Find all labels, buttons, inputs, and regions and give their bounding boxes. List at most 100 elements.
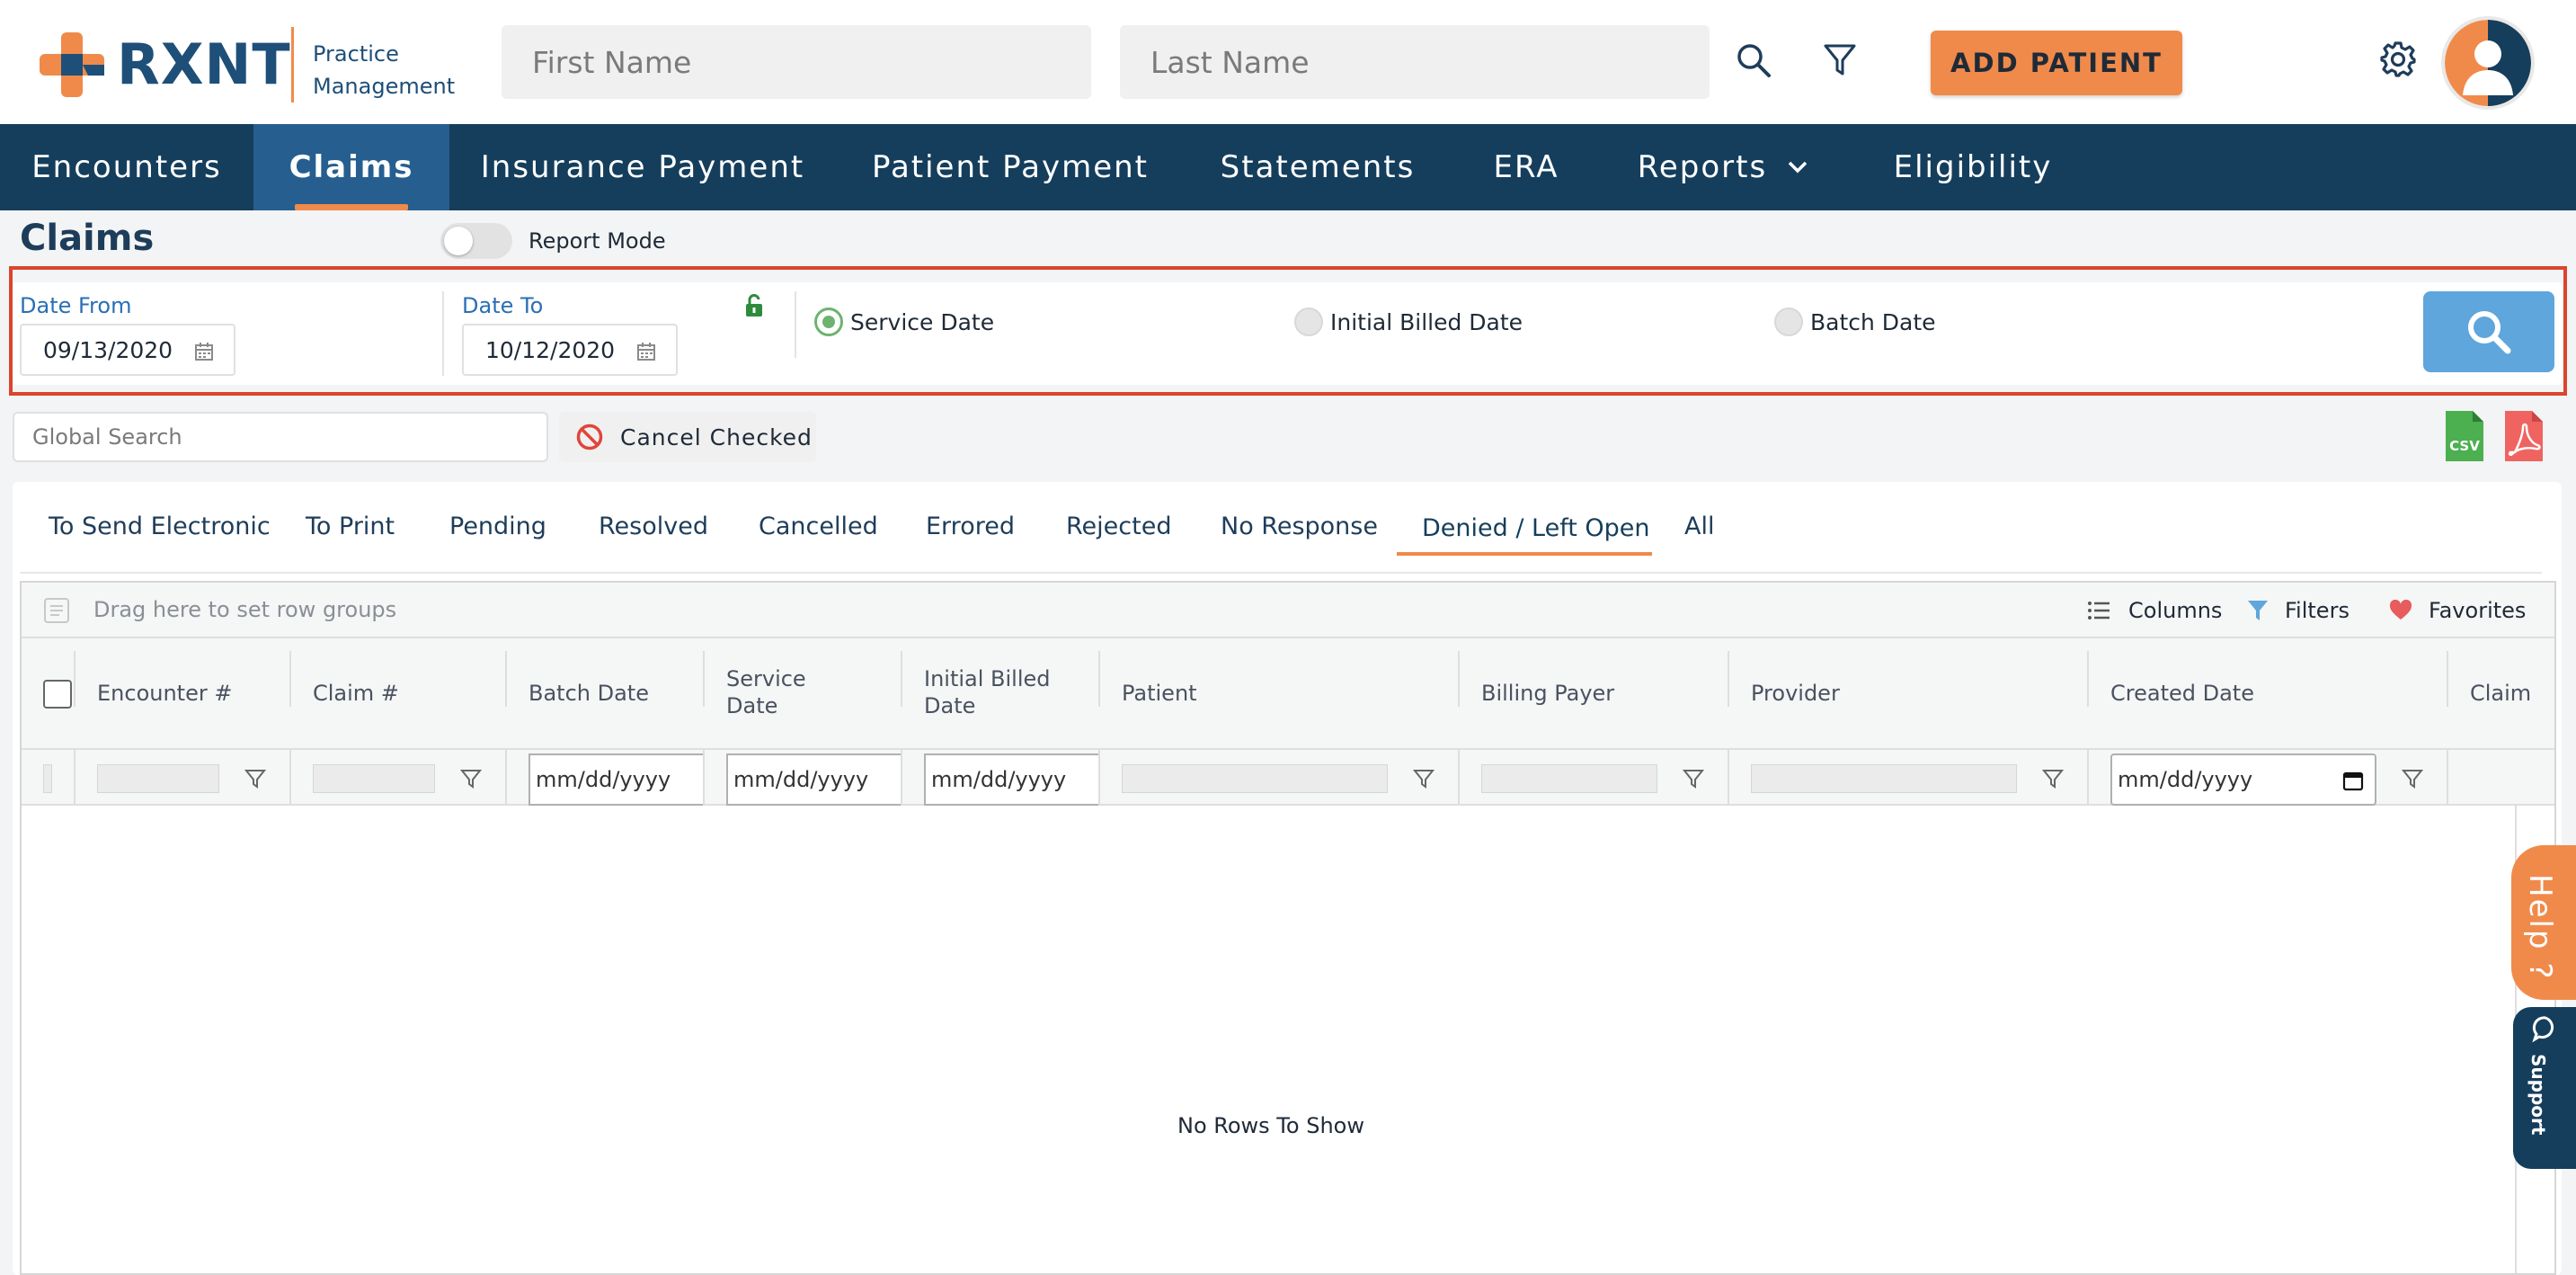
column-separator [289,750,291,806]
header-patient[interactable]: Patient [1122,680,1197,707]
funnel-icon[interactable] [244,768,266,789]
gear-icon [2380,41,2416,77]
column-separator [2087,651,2089,707]
list-icon [2088,602,2110,620]
header-billing-payer[interactable]: Billing Payer [1481,680,1614,707]
header-initial-billed-date[interactable]: Initial Billed Date [924,665,1068,719]
tab-to-send-electronic[interactable]: To Send Electronic [49,513,271,540]
filter-provider[interactable] [1751,764,2017,793]
funnel-icon[interactable] [2042,768,2064,789]
column-separator [505,651,507,707]
chevron-down-icon [1788,161,1808,174]
header-claim[interactable]: Claim [2470,680,2531,707]
nav-era[interactable]: ERA [1451,124,1602,210]
global-search-input[interactable] [13,412,548,462]
tab-pending[interactable]: Pending [449,513,546,540]
nav-statements[interactable]: Statements [1185,124,1451,210]
nav-claims[interactable]: Claims [253,124,449,210]
claims-grid: Drag here to set row groups Columns Filt… [20,581,2556,1275]
header-encounter-number[interactable]: Encounter # [97,680,232,707]
funnel-icon [1824,44,1856,76]
rxnt-logo[interactable]: RXNT Practice Management [38,27,469,104]
filter-patient[interactable] [1122,764,1388,793]
radio-initial-billed-date[interactable] [1294,308,1323,336]
filter-billing-payer[interactable] [1481,764,1657,793]
tab-no-response[interactable]: No Response [1221,513,1378,540]
user-avatar-icon [2445,20,2531,106]
header-provider[interactable]: Provider [1751,680,1840,707]
tab-resolved[interactable]: Resolved [599,513,708,540]
add-patient-button[interactable]: ADD PATIENT [1931,31,2182,95]
user-avatar[interactable] [2445,20,2531,106]
patient-filter-button[interactable] [1819,40,1861,81]
nav-eligibility-label: Eligibility [1893,149,2053,185]
column-separator [505,750,507,806]
nav-patient-payment[interactable]: Patient Payment [836,124,1185,210]
nav-eligibility[interactable]: Eligibility [1844,124,2101,210]
column-separator [74,651,76,707]
patient-search-button[interactable] [1733,40,1774,81]
header-claim-number[interactable]: Claim # [313,680,399,707]
tab-denied-left-open[interactable]: Denied / Left Open [1422,514,1650,542]
columns-button[interactable]: Columns [2087,593,2222,628]
filter-claim-number[interactable] [313,764,435,793]
logo-divider [291,27,294,103]
row-group-icon [44,598,69,623]
column-separator [2447,750,2448,806]
nav-reports[interactable]: Reports [1602,124,1844,210]
filter-batch-date[interactable]: mm/dd/yyyy [529,753,705,806]
first-name-input[interactable] [502,25,1091,99]
radio-service-date[interactable] [814,308,843,336]
nav-claims-label: Claims [289,149,414,185]
column-separator [1458,750,1460,806]
cancel-checked-button[interactable]: Cancel Checked [559,412,816,462]
report-mode-toggle[interactable] [440,223,512,259]
date-to-value: 10/12/2020 [485,336,616,363]
settings-button[interactable] [2376,38,2420,81]
column-separator [74,750,76,806]
empty-grid-message: No Rows To Show [1177,1113,1364,1138]
select-all-checkbox[interactable] [43,680,72,709]
date-to-input[interactable]: 10/12/2020 [462,324,678,376]
filter-service-date[interactable]: mm/dd/yyyy [726,753,902,806]
calendar-icon [195,343,213,361]
funnel-icon[interactable] [1413,768,1435,789]
funnel-icon[interactable] [1683,768,1704,789]
calendar-icon [2342,771,2364,791]
export-pdf-button[interactable] [2502,408,2545,464]
filter-created-date[interactable]: mm/dd/yyyy [2110,753,2376,806]
date-lock-button[interactable] [742,293,766,318]
header-batch-date[interactable]: Batch Date [529,680,649,707]
filters-button[interactable]: Filters [2247,593,2349,628]
last-name-input[interactable] [1120,25,1710,99]
help-widget-label: Help ? [2522,874,2558,981]
radio-batch-date[interactable] [1774,308,1803,336]
funnel-icon[interactable] [460,768,482,789]
apply-date-filter-button[interactable] [2423,291,2554,372]
csv-file-icon: CSV [2446,411,2483,461]
tab-errored[interactable]: Errored [926,513,1015,540]
filter-divider [442,291,444,376]
header-service-date[interactable]: Service Date [726,665,843,719]
nav-encounters[interactable]: Encounters [0,124,253,210]
nav-patient-payment-label: Patient Payment [871,149,1150,185]
funnel-icon[interactable] [2402,768,2423,789]
favorites-button[interactable]: Favorites [2389,593,2526,628]
tab-rejected[interactable]: Rejected [1066,513,1171,540]
csv-file-label: CSV [2449,438,2480,454]
column-separator [2087,750,2089,806]
column-separator [289,651,291,707]
tab-cancelled[interactable]: Cancelled [759,513,878,540]
row-group-bar[interactable]: Drag here to set row groups Columns Filt… [22,583,2554,638]
nav-insurance-payment[interactable]: Insurance Payment [449,124,836,210]
tab-to-print[interactable]: To Print [306,513,395,540]
filter-initial-billed-date[interactable]: mm/dd/yyyy [924,753,1100,806]
date-from-value: 09/13/2020 [43,336,173,363]
logo-subtitle-line2: Management [313,74,456,99]
prohibited-icon [576,424,603,450]
date-from-input[interactable]: 09/13/2020 [20,324,235,376]
header-created-date[interactable]: Created Date [2110,680,2254,707]
tab-all[interactable]: All [1684,513,1714,540]
export-csv-button[interactable]: CSV [2443,408,2486,464]
filter-encounter-number[interactable] [97,764,219,793]
